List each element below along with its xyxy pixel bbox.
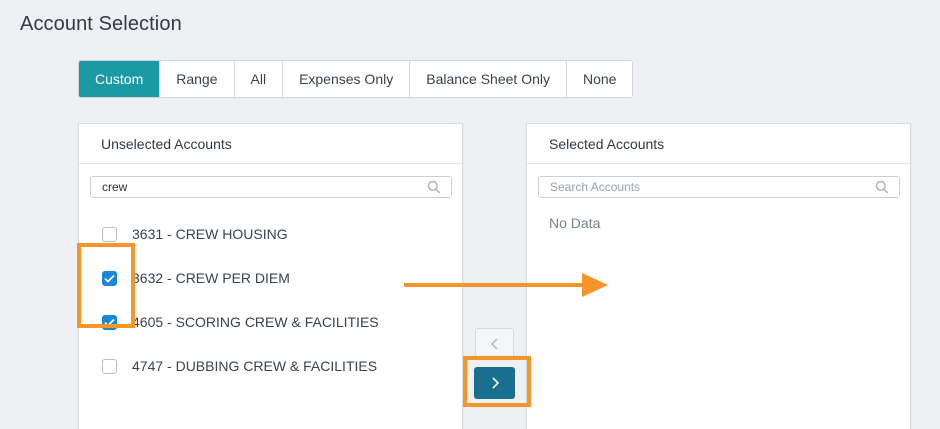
mode-all-button[interactable]: All [233,61,283,97]
checkmark-icon [104,274,115,283]
list-item[interactable]: 4605 - SCORING CREW & FACILITIES [79,300,462,344]
account-checkbox[interactable] [102,358,117,374]
mode-custom-button[interactable]: Custom [79,61,160,97]
account-checkbox[interactable] [102,270,117,286]
account-label: 4605 - SCORING CREW & FACILITIES [132,314,379,330]
search-icon[interactable] [875,180,889,194]
chevron-right-icon [491,377,499,389]
mode-range-button[interactable]: Range [159,61,234,97]
empty-state-text: No Data [549,215,601,231]
mode-none-button[interactable]: None [565,61,633,97]
list-item[interactable]: 3631 - CREW HOUSING [79,212,462,256]
account-checkbox[interactable] [102,314,117,330]
mode-balance-sheet-only-button[interactable]: Balance Sheet Only [409,61,566,97]
move-left-button[interactable] [475,328,514,359]
unselected-accounts-list: 3631 - CREW HOUSING 3632 - CREW PER DIEM… [79,212,462,388]
list-item[interactable]: 4747 - DUBBING CREW & FACILITIES [79,344,462,388]
unselected-search-input[interactable] [91,178,411,196]
checkmark-icon [104,318,115,327]
unselected-accounts-header: Unselected Accounts [79,124,462,164]
mode-expenses-only-button[interactable]: Expenses Only [282,61,410,97]
unselected-search-box [90,176,452,198]
account-label: 3631 - CREW HOUSING [132,226,288,242]
selection-mode-group: Custom Range All Expenses Only Balance S… [78,60,634,98]
account-label: 3632 - CREW PER DIEM [132,270,290,286]
account-label: 4747 - DUBBING CREW & FACILITIES [132,358,378,374]
account-checkbox[interactable] [102,226,117,242]
search-icon[interactable] [427,180,441,194]
selected-accounts-header: Selected Accounts [527,124,910,164]
arrow-right-icon [404,273,608,297]
selected-search-box [538,176,900,198]
chevron-left-icon [490,337,498,350]
selected-search-input[interactable] [539,178,859,196]
page-title: Account Selection [20,13,182,35]
move-right-button[interactable] [474,367,515,399]
